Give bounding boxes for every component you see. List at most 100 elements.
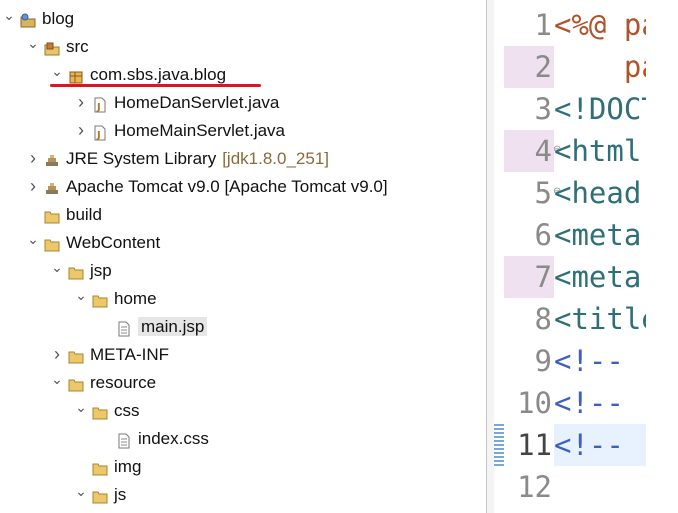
tree-item-label: META-INF — [90, 345, 170, 364]
tree-item-label: js — [114, 485, 127, 504]
tree-item-label: src — [66, 37, 89, 56]
code-text: pa — [623, 50, 646, 84]
tree-item-text: js — [114, 482, 126, 508]
code-text: <!-- — [554, 344, 624, 378]
tree-item-text: main.jsp — [138, 314, 208, 340]
tree-item-text: WebContent — [66, 230, 160, 256]
tree-item-label: build — [66, 205, 102, 224]
chevron-right-icon[interactable]: › — [74, 90, 88, 116]
line-number: 8 — [534, 302, 552, 336]
tree-item-text: META-INF — [90, 342, 169, 368]
project-icon — [20, 11, 36, 28]
code-line[interactable]: <!DOCT — [554, 88, 646, 130]
code-line[interactable]: <!-- — [554, 424, 646, 466]
code-text: <meta — [554, 260, 642, 294]
tree-item[interactable]: ⌄ js — [0, 482, 486, 508]
tree-item[interactable]: img — [0, 454, 486, 480]
tree-item[interactable]: main.jsp — [0, 314, 486, 340]
code-line[interactable]: <title — [554, 298, 646, 340]
code-line[interactable]: <meta — [554, 256, 646, 298]
ruler-marker — [494, 424, 504, 466]
folder-icon — [68, 347, 84, 364]
tree-item-text: HomeMainServlet.java — [114, 118, 285, 144]
folder-icon — [44, 235, 60, 252]
tree-item-label: resource — [90, 373, 157, 392]
line-number: 5 — [534, 176, 552, 210]
code-text: <head — [554, 176, 642, 210]
code-line[interactable]: <!-- — [554, 382, 646, 424]
tree-item-text: JRE System Library [jdk1.8.0_251] — [66, 146, 329, 172]
chevron-right-icon[interactable]: › — [26, 174, 40, 200]
tree-item[interactable]: ⌄ WebContent — [0, 230, 486, 256]
tree-item-text: build — [66, 202, 102, 228]
code-text: <meta — [554, 218, 642, 252]
library-icon — [44, 179, 60, 195]
svg-text:J: J — [96, 130, 101, 141]
code-text: <!-- — [554, 428, 624, 462]
chevron-right-icon[interactable]: › — [26, 146, 40, 172]
code-line[interactable]: <html — [554, 130, 646, 172]
line-number: 12 — [517, 470, 552, 504]
tree-item[interactable]: › JRE System Library [jdk1.8.0_251] — [0, 146, 486, 172]
line-number: 6 — [534, 218, 552, 252]
code-editor[interactable]: 1234⊖5⊖6789101112 <%@ pa pa<!DOCT<html<h… — [494, 0, 646, 513]
tree-item[interactable]: › Apache Tomcat v9.0 [Apache Tomcat v9.0] — [0, 174, 486, 200]
code-text: <%@ pa — [554, 8, 646, 42]
tree-item[interactable]: ⌄ css — [0, 398, 486, 424]
folder-icon — [92, 403, 108, 420]
chevron-right-icon[interactable]: › — [74, 118, 88, 144]
tree-item[interactable]: ⌄ blog — [0, 6, 486, 32]
tree-item-label: HomeMainServlet.java — [114, 121, 286, 140]
line-number: 10 — [517, 386, 552, 420]
chevron-down-icon[interactable]: ⌄ — [26, 230, 40, 256]
tree-item[interactable]: ⌄ src — [0, 34, 486, 60]
chevron-down-icon[interactable]: ⌄ — [74, 482, 88, 508]
chevron-right-icon[interactable]: › — [50, 342, 64, 368]
blank-area — [646, 0, 678, 513]
code-line[interactable]: <meta — [554, 214, 646, 256]
chevron-down-icon[interactable]: ⌄ — [50, 370, 64, 396]
tree-item-label: HomeDanServlet.java — [114, 93, 280, 112]
tree-item-text: src — [66, 34, 89, 60]
code-line[interactable]: <!-- — [554, 340, 646, 382]
tree-item[interactable]: ⌄ resource — [0, 370, 486, 396]
folder-icon — [92, 487, 108, 504]
overview-ruler — [494, 0, 504, 513]
tree-item-text: HomeDanServlet.java — [114, 90, 279, 116]
code-line[interactable] — [554, 466, 646, 508]
tree-item-text: home — [114, 286, 157, 312]
chevron-down-icon[interactable]: ⌄ — [26, 34, 40, 60]
tree-item[interactable]: › J HomeMainServlet.java — [0, 118, 486, 144]
tree-item-label: main.jsp — [138, 317, 208, 336]
panel-sash[interactable] — [487, 0, 494, 513]
folder-icon — [68, 263, 84, 280]
tree-item[interactable]: ⌄ home — [0, 286, 486, 312]
code-line[interactable]: <%@ pa — [554, 4, 646, 46]
line-number: 9 — [534, 344, 552, 378]
line-number: 2 — [504, 46, 554, 88]
tree-item-label: index.css — [138, 429, 209, 448]
red-underline-annotation — [50, 84, 261, 87]
tree-item-text: jsp — [90, 258, 112, 284]
tree-item-text: blog — [42, 6, 74, 32]
code-line[interactable]: pa — [554, 46, 646, 88]
tree-item[interactable]: ⌄ jsp — [0, 258, 486, 284]
file-icon — [116, 431, 132, 449]
tree-item-decoration: [jdk1.8.0_251] — [222, 149, 330, 168]
tree-item-label: img — [114, 457, 142, 476]
tree-item-text: img — [114, 454, 141, 480]
line-number-gutter: 1 2 3 4 ⊖ 5 ⊖ 6 7 8 9 10 11 12 — [504, 0, 561, 513]
tree-item[interactable]: › META-INF — [0, 342, 486, 368]
tree-item[interactable]: index.css — [0, 426, 486, 452]
chevron-down-icon[interactable]: ⌄ — [74, 398, 88, 424]
folder-icon — [92, 459, 108, 476]
tree-item-text: Apache Tomcat v9.0 [Apache Tomcat v9.0] — [66, 174, 388, 200]
chevron-down-icon[interactable]: ⌄ — [50, 258, 64, 284]
tree-item[interactable]: build — [0, 202, 486, 228]
tree-item-label: home — [114, 289, 157, 308]
code-line[interactable]: <head — [554, 172, 646, 214]
chevron-down-icon[interactable]: ⌄ — [2, 6, 16, 32]
tree-item[interactable]: › J HomeDanServlet.java — [0, 90, 486, 116]
chevron-down-icon[interactable]: ⌄ — [74, 286, 88, 312]
source-folder-icon — [44, 39, 60, 56]
